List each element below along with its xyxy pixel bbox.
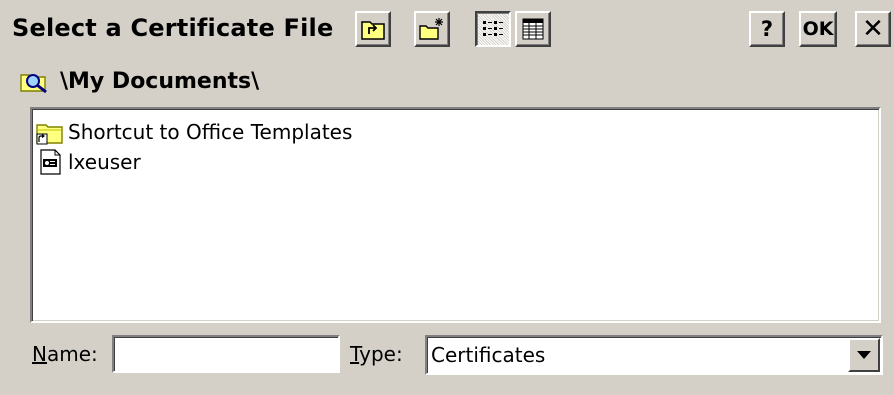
dialog-title: Select a Certificate File	[12, 14, 334, 42]
name-label: Name:	[32, 342, 98, 366]
new-folder-icon	[419, 18, 443, 40]
current-path: \My Documents\	[60, 68, 260, 94]
folder-search-icon	[20, 74, 47, 94]
name-label-text: ame:	[46, 342, 98, 366]
folder-shortcut-icon	[36, 124, 63, 145]
list-view-button[interactable]	[475, 11, 511, 47]
file-name: Shortcut to Office Templates	[68, 120, 353, 144]
details-view-icon	[522, 18, 544, 40]
name-input[interactable]	[112, 335, 340, 373]
chevron-down-icon	[857, 351, 871, 359]
help-button[interactable]: ?	[749, 11, 785, 47]
type-selected-value: Certificates	[431, 343, 546, 367]
name-label-accelerator: N	[32, 342, 47, 366]
type-label: Type:	[350, 342, 403, 366]
type-dropdown[interactable]: Certificates	[425, 335, 883, 375]
file-name: lxeuser	[68, 150, 141, 174]
file-list[interactable]: Shortcut to Office Templates lxeuser	[30, 107, 881, 323]
close-button[interactable]: ✕	[855, 11, 891, 47]
details-view-button[interactable]	[515, 11, 551, 47]
type-label-accelerator: T	[350, 342, 360, 366]
ok-button[interactable]: OK	[799, 11, 837, 47]
up-folder-button[interactable]	[355, 11, 391, 47]
list-view-icon	[483, 21, 503, 36]
path-bar: \My Documents\	[20, 66, 259, 96]
new-folder-button[interactable]	[414, 11, 450, 47]
title-bar: Select a Certificate File ? OK ✕	[0, 0, 894, 58]
select-certificate-dialog: Select a Certificate File ? OK ✕ \My Doc…	[0, 0, 894, 395]
certificate-file-icon	[40, 149, 61, 175]
close-icon: ✕	[862, 14, 884, 44]
dropdown-button[interactable]	[848, 338, 880, 372]
type-label-text: ype:	[359, 342, 403, 366]
list-item[interactable]: Shortcut to Office Templates	[36, 117, 875, 147]
up-folder-icon	[361, 21, 385, 40]
list-item[interactable]: lxeuser	[36, 147, 875, 177]
